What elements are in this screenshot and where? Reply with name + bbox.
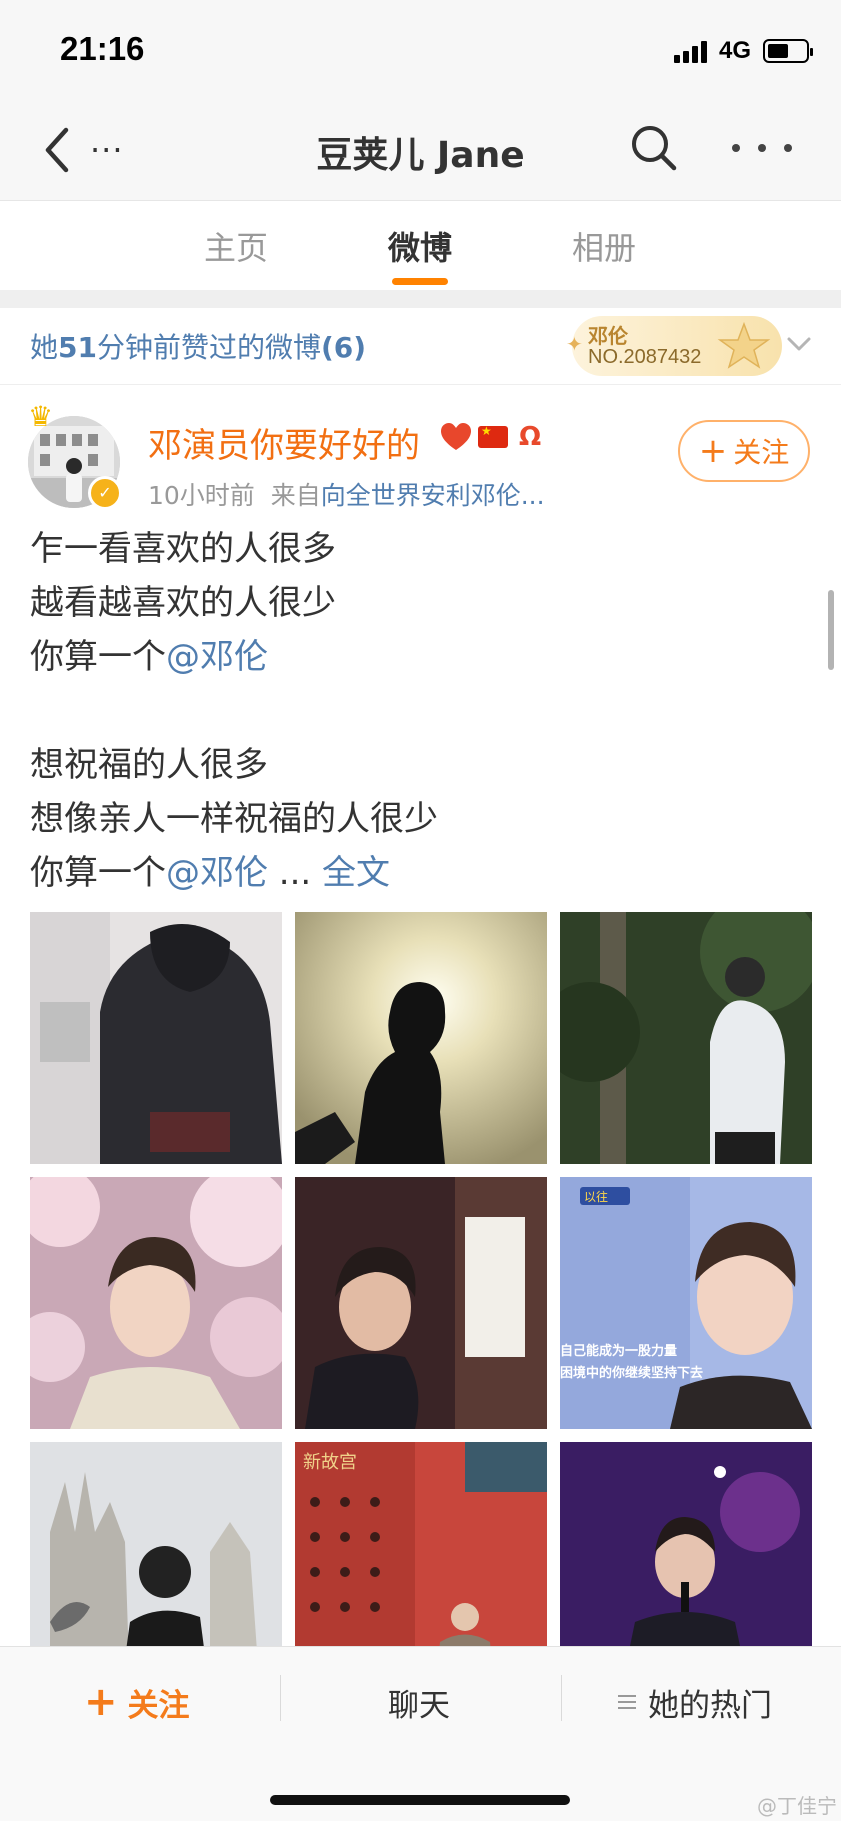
signal-icon [673,39,707,63]
photo-tag: 以往 [584,1189,608,1204]
user-badges: Ω [440,422,546,452]
search-icon [632,126,677,171]
liked-count: (6) [321,331,367,364]
chevron-down-icon[interactable] [785,330,813,358]
post-line: 你算一个@邓伦 ... 全文 [30,853,391,893]
liked-middle: 分钟前赞过的微博 [96,331,321,364]
star-icon [717,322,771,369]
status-indicators: 4G [673,36,813,66]
photo-thumbnail[interactable] [560,912,812,1164]
liked-posts-header[interactable]: 她51分钟前赞过的微博(6) ✦ 邓伦 NO.2087432 [0,308,841,385]
sparkle-icon: ✦ [566,332,583,356]
more-button[interactable] [732,122,792,174]
tab-weibo[interactable]: 微博 [388,223,452,269]
photo-caption: 自己能成为一股力量 [560,1343,677,1359]
divider [280,1675,281,1721]
ellipsis: ... [268,853,323,893]
more-dot-icon [758,144,766,152]
search-button[interactable] [628,122,680,174]
divider [561,1675,562,1721]
home-indicator[interactable] [270,1795,570,1805]
photo-caption: 困境中的你继续坚持下去 [560,1365,703,1381]
tab-album[interactable]: 相册 [572,223,636,269]
page-title: 豆荚儿 Jane [316,135,525,176]
hot-posts-button[interactable]: 她的热门 [616,1677,772,1727]
bottom-follow-label: 关注 [127,1687,190,1724]
follow-button[interactable]: + 关注 [678,420,810,482]
post-avatar[interactable]: ♛ ✓ [28,400,122,510]
watermark: @丁佳宁 [757,1794,837,1818]
read-more-link[interactable]: 全文 [322,853,390,893]
mention-link[interactable]: @邓伦 [166,853,268,893]
post-line: 乍一看喜欢的人很多 [30,529,336,569]
scroll-indicator[interactable] [828,590,834,670]
liked-posts-text: 她51分钟前赞过的微博(6) [30,326,366,366]
profile-tabs: 主页 微博 相册 [0,200,841,291]
photo-thumbnail[interactable]: 以往 自己能成为一股力量 困境中的你继续坚持下去 [560,1177,812,1429]
battery-icon [763,39,813,63]
post-text: 乍一看喜欢的人很多 越看越喜欢的人很少 你算一个@邓伦 想祝福的人很多 想像亲人… [30,522,810,900]
weibo-profile-page: 21:16 4G ... 豆荚儿 Jane 主页 微博 相册 她51分钟前赞过的… [0,0,841,1821]
more-dot-icon [784,144,792,152]
post-line: 想祝福的人很多 [30,745,268,785]
chat-button[interactable]: 聊天 [388,1677,450,1727]
nav-bar: ... 豆荚儿 Jane [0,100,841,200]
battery-level [768,44,788,58]
post-username[interactable]: 邓演员你要好好的 [148,418,420,467]
fan-badge-number: NO.2087432 [588,346,702,368]
liked-minutes: 51 [58,331,97,364]
bottom-follow-button[interactable]: + 关注 [84,1677,190,1727]
fan-badge[interactable]: ✦ 邓伦 NO.2087432 [566,316,782,376]
post-line: 想像亲人一样祝福的人很少 [30,799,438,839]
active-tab-indicator [392,278,448,285]
menu-lines-icon [618,1695,636,1709]
post-meta: 10小时前 来自向全世界安利邓伦... [148,476,545,512]
crown-icon: ♛ [28,400,54,433]
post-line: 你算一个@邓伦 [30,637,268,677]
photo-tag: 新故宫 [303,1452,357,1473]
plus-icon: + [698,431,728,471]
chat-label: 聊天 [388,1687,450,1724]
flag-icon [478,424,508,448]
hot-posts-label: 她的热门 [648,1687,772,1724]
plus-icon: + [84,1679,118,1725]
network-label: 4G [718,37,751,64]
liked-prefix: 她 [30,331,59,364]
fan-badge-name: 邓伦 [588,324,628,348]
follow-label: 关注 [733,436,790,469]
photo-thumbnail[interactable] [30,912,282,1164]
post-source[interactable]: 向全世界安利邓伦... [321,481,545,510]
tab-home[interactable]: 主页 [204,223,268,269]
mention-link[interactable]: @邓伦 [166,637,268,677]
more-dot-icon [732,144,740,152]
post-line: 越看越喜欢的人很少 [30,583,336,623]
photo-thumbnail[interactable] [295,912,547,1164]
post-time: 10小时前 [148,481,255,510]
verified-icon: ✓ [88,476,122,510]
horseshoe-icon: Ω [518,422,542,452]
status-bar: 21:16 4G [0,0,841,100]
vip-heart-icon [441,423,471,450]
status-time: 21:16 [60,30,145,67]
section-divider [0,290,841,308]
photo-thumbnail[interactable] [30,1177,282,1429]
photo-thumbnail[interactable] [295,1177,547,1429]
source-prefix: 来自 [270,481,321,510]
